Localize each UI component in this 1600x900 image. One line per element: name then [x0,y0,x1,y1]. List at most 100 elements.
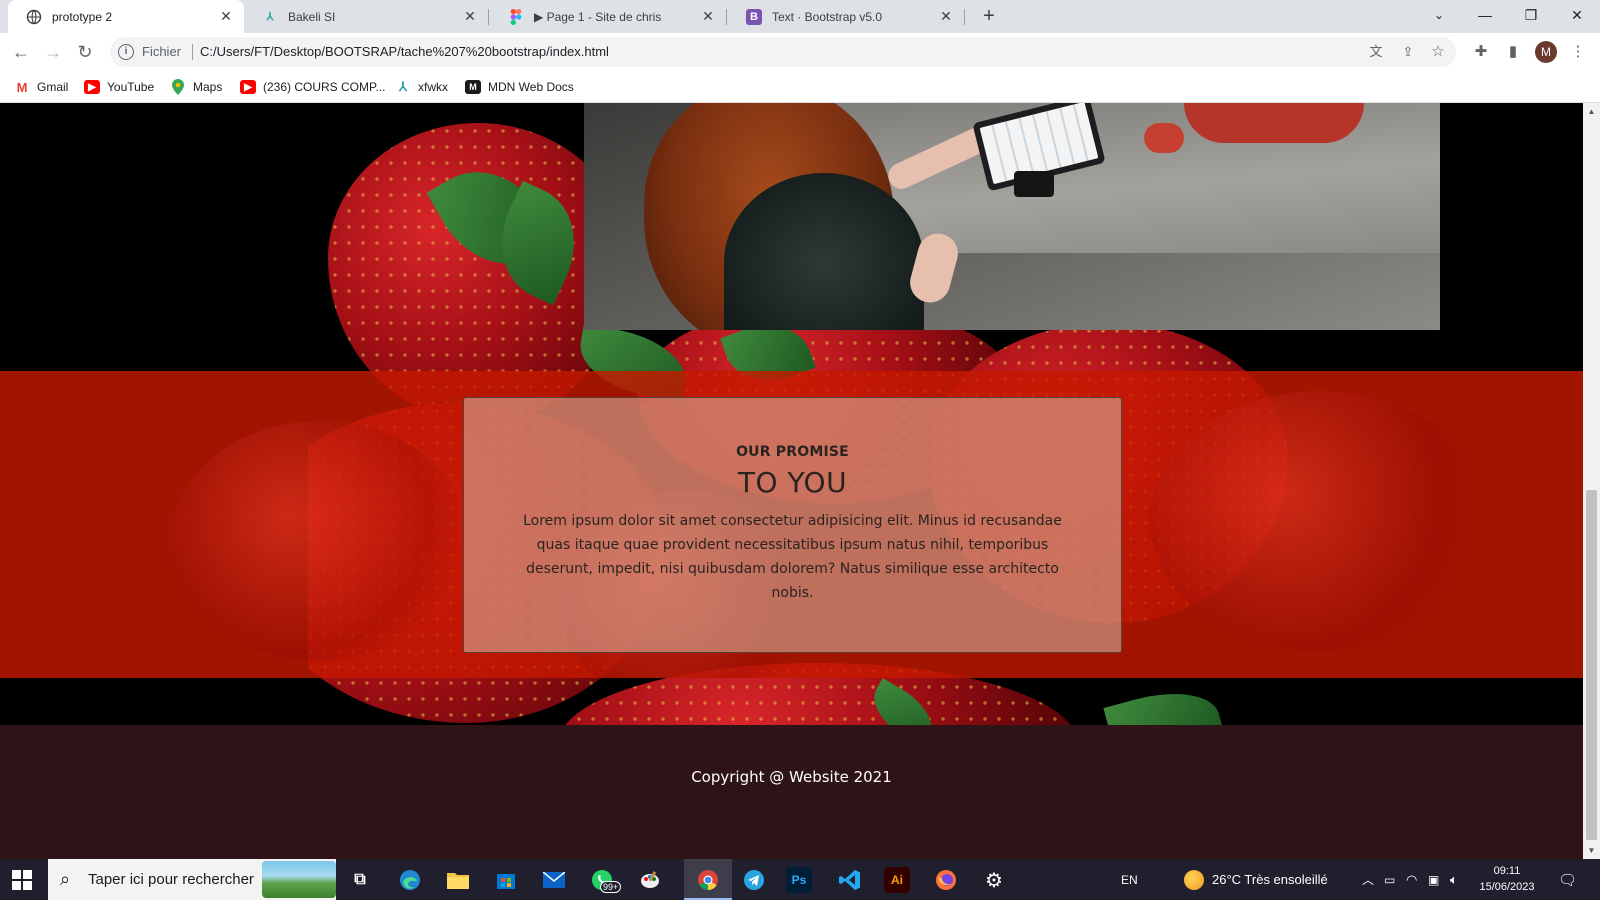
side-panel-icon[interactable]: ▮ [1501,40,1525,64]
profile-avatar[interactable]: M [1535,41,1557,63]
page-scrollbar[interactable]: ▲ ▼ [1583,103,1600,859]
maps-icon [170,79,186,95]
back-button[interactable]: ← [8,39,34,65]
bookmark-label: Gmail [37,80,69,94]
chrome-icon[interactable] [692,864,724,896]
restore-button[interactable]: ❐ [1508,0,1554,33]
bootstrap-icon: B [746,8,762,25]
tab-title: Text · Bootstrap v5.0 [772,9,883,24]
vscode-icon[interactable] [834,864,866,896]
language-indicator[interactable]: EN [1121,859,1138,900]
close-tab-icon[interactable]: ✕ [218,8,234,25]
bookmark-mdn[interactable]: M MDN Web Docs [465,78,574,96]
file-explorer-icon[interactable] [442,864,474,896]
minimize-button[interactable]: — [1462,0,1508,33]
telegram-icon[interactable] [738,864,770,896]
task-view-icon[interactable]: ⧉ [344,864,376,896]
tab-strip: prototype 2 ✕ ⅄ Bakeli SI ✕ ▶ Page 1 - S… [0,0,1600,33]
weather-widget[interactable]: 26°C Très ensoleillé [1184,859,1328,900]
search-icon: ⌕ [60,869,71,889]
tab-prototype-2[interactable]: prototype 2 ✕ [8,0,244,33]
paint-icon[interactable] [634,864,666,896]
globe-icon [26,9,42,25]
reload-button[interactable]: ↻ [72,39,98,65]
promise-heading: TO YOU [737,466,848,499]
settings-gear-icon[interactable]: ⚙ [978,864,1010,896]
scrollbar-thumb[interactable] [1586,490,1597,840]
close-tab-icon[interactable]: ✕ [938,8,954,25]
bookmark-maps[interactable]: Maps [170,78,222,96]
footer-copyright: Copyright @ Website 2021 [691,768,892,786]
mail-icon[interactable] [538,864,570,896]
forward-button[interactable]: → [40,39,66,65]
mdn-icon: M [465,80,481,94]
wifi-icon[interactable]: ◠ [1406,859,1417,900]
illustrator-icon[interactable]: Ai [884,867,910,893]
bookmark-label: YouTube [107,80,155,94]
system-clock[interactable]: 09:11 15/06/2023 [1476,863,1538,895]
tab-title: ▶ Page 1 - Site de chris [534,9,662,24]
hero-image [584,103,1440,330]
search-highlight-image [262,861,336,898]
bookmark-xfwkx[interactable]: ⅄ xfwkx [395,78,448,96]
close-window-button[interactable]: ✕ [1554,0,1600,33]
firefox-icon[interactable] [930,864,962,896]
microsoft-store-icon[interactable] [490,864,522,896]
page-footer: Copyright @ Website 2021 [0,725,1583,859]
notification-badge: 99+ [600,881,622,893]
clock-date: 15/06/2023 [1479,881,1535,893]
search-placeholder: Taper ici pour rechercher [88,871,254,888]
volume-icon[interactable]: 🔈︎ [1450,859,1458,900]
bookmark-label: Maps [193,80,223,94]
clock-time: 09:11 [1493,865,1521,877]
new-tab-button[interactable]: + [977,5,1001,29]
url-text[interactable]: C:/Users/FT/Desktop/BOOTSRAP/tache%207%2… [200,44,609,59]
close-tab-icon[interactable]: ✕ [700,8,716,25]
menu-icon[interactable]: ⋮ [1566,40,1590,64]
address-separator [192,44,193,60]
whatsapp-icon[interactable]: 99+ [586,864,622,896]
translate-icon[interactable]: 文 [1366,42,1386,62]
scroll-down-arrow[interactable]: ▼ [1583,842,1600,859]
address-bar[interactable]: i Fichier C:/Users/FT/Desktop/BOOTSRAP/t… [110,37,1456,67]
bakeli-icon: ⅄ [266,11,274,23]
bookmark-label: xfwkx [418,80,448,94]
notifications-icon[interactable]: 🗨︎ [1558,859,1577,900]
tab-separator [488,9,489,25]
promise-section: OUR PROMISE TO YOU Lorem ipsum dolor sit… [0,371,1583,678]
bookmark-star-icon[interactable]: ☆ [1428,42,1448,62]
close-tab-icon[interactable]: ✕ [462,8,478,25]
info-icon[interactable]: i [118,44,134,60]
bookmark-youtube[interactable]: ▶ YouTube [84,78,154,96]
promise-card: OUR PROMISE TO YOU Lorem ipsum dolor sit… [463,397,1122,653]
bookmark-label: (236) COURS COMP... [263,80,386,94]
taskbar-search[interactable]: ⌕ Taper ici pour rechercher [48,859,336,900]
tab-search-icon[interactable]: ⌄ [1416,0,1462,33]
tab-separator [964,9,965,25]
windows-start-icon[interactable] [12,870,32,890]
meet-now-icon[interactable]: ▣ [1428,859,1439,900]
bookmarks-bar: M Gmail ▶ YouTube Maps ▶ (236) COURS COM… [0,71,1600,103]
weather-text: 26°C Très ensoleillé [1212,872,1328,887]
chevron-up-icon[interactable]: ︿ [1362,859,1374,900]
youtube-icon: ▶ [240,80,256,94]
page-viewport: OUR PROMISE TO YOU Lorem ipsum dolor sit… [0,103,1583,859]
tab-title: prototype 2 [52,9,113,24]
site-chip[interactable]: Fichier [142,44,181,59]
tab-figma[interactable]: ▶ Page 1 - Site de chris ✕ [490,0,726,33]
extensions-icon[interactable]: ✚ [1469,40,1493,64]
figma-icon [508,8,524,25]
battery-icon[interactable]: ▭ [1384,859,1395,900]
bookmark-cours[interactable]: ▶ (236) COURS COMP... [240,78,385,96]
edge-icon[interactable] [394,864,426,896]
promise-text: Lorem ipsum dolor sit amet consectetur a… [523,513,1062,601]
tab-bootstrap[interactable]: B Text · Bootstrap v5.0 ✕ [728,0,964,33]
scroll-up-arrow[interactable]: ▲ [1583,103,1600,120]
photoshop-icon[interactable]: Ps [786,867,812,893]
tab-bakeli[interactable]: ⅄ Bakeli SI ✕ [244,0,488,33]
gmail-icon: M [16,79,28,95]
share-icon[interactable]: ⇪ [1398,42,1418,62]
weather-sun-icon [1184,869,1204,890]
bookmark-gmail[interactable]: M Gmail [14,78,69,96]
youtube-icon: ▶ [84,80,100,94]
